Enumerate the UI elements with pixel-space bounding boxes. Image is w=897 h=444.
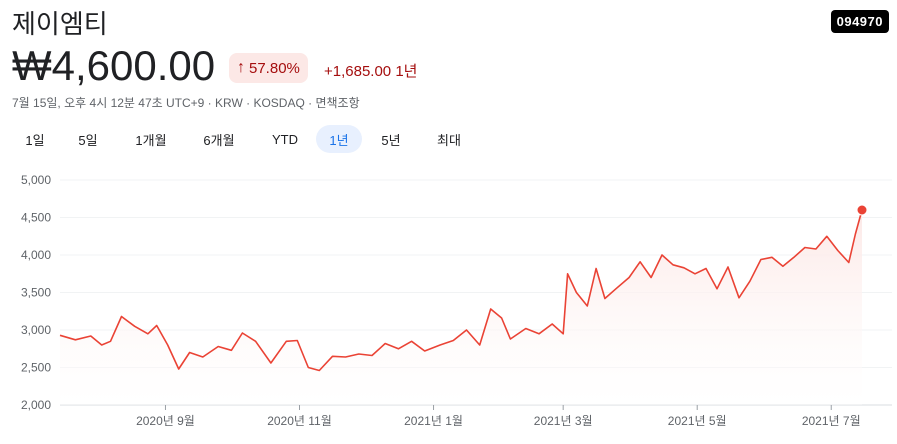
change-percent: 57.80%	[249, 59, 300, 77]
range-tabs: 1일 5일 1개월 6개월 YTD 1년 5년 최대	[12, 125, 478, 153]
tab-3[interactable]: 6개월	[184, 125, 254, 153]
tab-2[interactable]: 1개월	[118, 125, 184, 153]
change-percent-badge: ↑ 57.80%	[229, 53, 308, 83]
x-tick-label: 2021년 3월	[534, 414, 593, 428]
last-price-dot	[856, 204, 868, 216]
current-price: ₩4,600.00	[12, 42, 216, 89]
ticker-badge: 094970	[830, 10, 889, 33]
y-tick-label: 4,000	[21, 248, 51, 262]
price-chart: 2,000 2,500 3,000 3,500 4,000 4,500 5,000 2020년…	[21, 173, 892, 428]
tab-4[interactable]: YTD	[254, 125, 316, 153]
y-tick-label: 5,000	[21, 173, 51, 187]
x-tick-label: 2020년 9월	[136, 414, 195, 428]
y-tick-label: 2,500	[21, 361, 51, 375]
tab-0[interactable]: 1일	[12, 125, 58, 153]
x-tick-label: 2021년 7월	[802, 414, 861, 428]
change-absolute: +1,685.00 1년	[324, 63, 418, 80]
tab-5[interactable]: 1년	[316, 125, 362, 153]
x-tick-label: 2020년 11월	[267, 414, 332, 428]
y-tick-label: 3,500	[21, 286, 51, 300]
stock-name: 제이엠티	[12, 9, 108, 39]
x-tick-label: 2021년 1월	[404, 414, 463, 428]
quote-metadata: 7월 15일, 오후 4시 12분 47초 UTC+9 · KRW · KOSD…	[12, 96, 360, 110]
price-area-fill	[60, 210, 862, 405]
tab-6[interactable]: 5년	[362, 125, 420, 153]
tab-1[interactable]: 5일	[58, 125, 118, 153]
y-tick-label: 4,500	[21, 211, 51, 225]
x-tick-label: 2021년 5월	[668, 414, 727, 428]
y-tick-label: 2,000	[21, 398, 51, 412]
y-tick-label: 3,000	[21, 323, 51, 337]
tab-7[interactable]: 최대	[420, 125, 478, 153]
arrow-up-icon: ↑	[237, 59, 245, 76]
